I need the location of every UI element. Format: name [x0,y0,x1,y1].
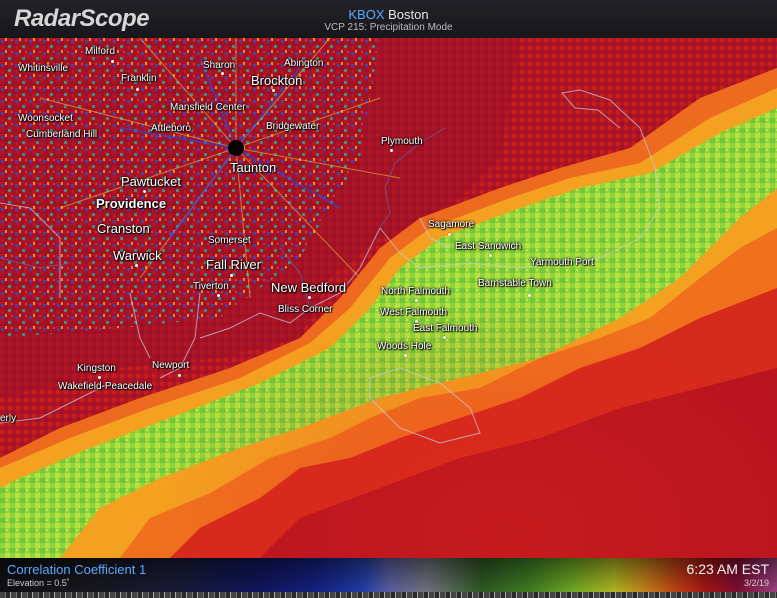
place-label: Newport [152,360,190,371]
radar-image [0,38,777,558]
place-label: Fall River [206,257,261,272]
place-label: Warwick [113,248,162,263]
elevation-readout: Elevation = 0.5˚ [7,578,70,588]
place-label: Woonsocket [18,113,73,124]
place-label: East Sandwich [455,241,522,252]
city-dot [528,294,531,297]
place-label: Bridgewater [266,121,320,132]
place-label: Providence [96,196,167,211]
place-label: Somerset [208,235,251,246]
scan-date: 3/2/19 [743,578,769,588]
station-title[interactable]: KBOX Boston [0,7,777,22]
place-label: Sagamore [428,219,475,230]
place-label: East Falmouth [413,323,478,334]
city-dot [443,336,446,339]
place-label: Brockton [251,73,303,88]
bottom-bar: Correlation Coefficient 1 Elevation = 0.… [0,558,777,598]
place-label: Cranston [97,221,150,236]
place-label: New Bedford [271,280,347,295]
place-label: Pawtucket [121,174,181,189]
place-label: Barnstable Town [478,278,552,289]
city-dot [404,354,407,357]
city-dot [390,149,393,152]
place-label: Yarmouth Port [530,257,594,268]
city-dot [135,264,138,267]
place-label: erly [0,413,17,424]
place-label: North Falmouth [381,286,450,297]
station-name: Boston [388,7,429,22]
place-label: Mansfield Center [170,102,246,113]
place-label: West Falmouth [380,307,448,318]
place-label: Attleboro [151,123,192,134]
place-label: Franklin [121,73,157,84]
product-name[interactable]: Correlation Coefficient 1 [7,562,146,577]
city-dot [143,190,146,193]
station-code: KBOX [348,7,385,22]
place-label: Wakefield-Peacedale [58,381,153,392]
place-label: Kingston [77,363,116,374]
city-dot [308,296,311,299]
city-dot [111,60,114,63]
city-dot [98,376,101,379]
legend-scale [0,592,777,598]
vcp-mode: VCP 215: Precipitation Mode [324,22,453,33]
place-label: Tiverton [193,281,229,292]
place-label: Milford [85,46,116,57]
place-label: Taunton [230,160,277,175]
place-label: Cumberland Hill [26,129,98,140]
place-label: Plymouth [381,136,423,147]
place-label: Abington [284,58,324,69]
city-dot [221,72,224,75]
city-dot [217,294,220,297]
city-dot [489,254,492,257]
city-dot [415,299,418,302]
city-dot [178,374,181,377]
place-label: Bliss Corner [278,304,333,315]
scan-time: 6:23 AM EST [686,561,769,577]
city-dot [272,89,275,92]
place-label: Sharon [203,60,236,71]
city-dot [136,88,139,91]
place-label: Woods Hole [377,341,432,352]
city-dot [448,233,451,236]
place-label: Whitinsville [18,63,69,74]
radar-map[interactable]: Milford Whitinsville Franklin Sharon Abi… [0,38,777,558]
top-bar: RadarScope KBOX Boston VCP 215: Precipit… [0,0,777,39]
city-dot [230,274,233,277]
